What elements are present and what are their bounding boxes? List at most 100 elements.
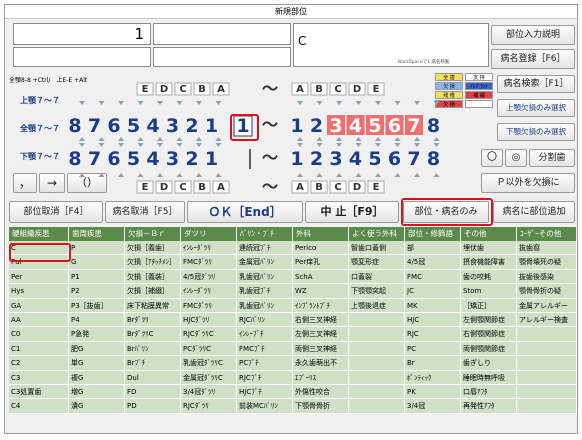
grid-cell[interactable]: Perico — [293, 241, 349, 256]
permanent-tooth[interactable]: 3 — [329, 148, 342, 170]
category-tab[interactable]: ﾕｰｻﾞｰその他 — [517, 227, 577, 241]
grid-cell[interactable]: AA — [9, 313, 69, 328]
grid-cell[interactable]: 潰G — [69, 399, 125, 414]
grid-cell[interactable]: P2 — [69, 284, 125, 299]
permanent-tooth[interactable]: 7 — [88, 148, 101, 170]
deciduous-tooth[interactable]: D — [353, 182, 361, 193]
grid-cell[interactable]: 金属アレルギー — [517, 298, 577, 313]
grid-cell[interactable]: C4 — [9, 399, 69, 414]
grid-cell[interactable]: 左側顎関節症 — [461, 313, 517, 328]
grid-cell[interactable]: ［矯正］ — [461, 298, 517, 313]
permanent-tooth[interactable]: 7 — [88, 115, 101, 137]
split-tooth-button[interactable]: 分割歯 — [529, 149, 575, 167]
grid-cell[interactable]: WZ — [293, 284, 349, 299]
except-p-missing-button[interactable]: Ｐ以外を欠損に — [481, 173, 575, 193]
grid-cell[interactable]: 両側顎関節症 — [461, 341, 517, 357]
deciduous-tooth[interactable]: C — [179, 84, 186, 95]
circle-button[interactable]: 〇 — [481, 149, 503, 167]
permanent-tooth[interactable]: 3 — [329, 115, 342, 137]
grid-cell[interactable]: 歯ぎしり — [461, 356, 517, 371]
grid-cell[interactable]: FMC — [405, 269, 461, 285]
grid-cell[interactable]: 3/4冠 — [405, 399, 461, 414]
grid-cell[interactable]: RJCﾀﾞﾂﾘC — [181, 327, 237, 342]
grid-cell[interactable]: 床下粘膜異常 — [125, 298, 181, 313]
grid-cell[interactable]: GA — [9, 298, 69, 313]
grid-cell[interactable]: 再発性ｱﾌﾀ — [461, 399, 517, 414]
grid-cell[interactable]: 歯の咬耗 — [461, 269, 517, 285]
grid-cell[interactable]: 摂食機能障害 — [461, 255, 517, 270]
grid-cell[interactable] — [517, 370, 577, 385]
grid-cell[interactable] — [517, 327, 577, 342]
deciduous-tooth[interactable]: A — [217, 84, 225, 95]
search-disease-button[interactable]: 病名検索［F1］ — [497, 75, 575, 93]
permanent-tooth[interactable]: 4 — [146, 115, 159, 137]
cancel-part-button[interactable]: 部位取消［F4］ — [9, 201, 103, 223]
grid-cell[interactable]: 欠損［義装］ — [125, 269, 181, 285]
grid-cell[interactable]: P — [69, 241, 125, 256]
grid-cell[interactable]: 両側三叉神経 — [293, 341, 349, 357]
deciduous-tooth[interactable]: C — [334, 84, 341, 95]
grid-cell[interactable]: PC — [405, 341, 461, 357]
arrow-button[interactable]: → — [39, 173, 65, 193]
upper-jaw-button[interactable]: 上顎７～７ — [13, 93, 67, 111]
grid-cell[interactable] — [349, 399, 405, 414]
grid-cell[interactable]: HJCﾌﾞﾁ — [237, 385, 293, 400]
selected-tooth[interactable]: 1 — [236, 115, 249, 137]
count-field[interactable]: 1 — [13, 23, 151, 45]
grid-cell[interactable]: 欠損［補綴］ — [125, 284, 181, 299]
full-jaw-button[interactable]: 全顎７～７ — [13, 121, 67, 139]
grid-cell[interactable]: RJCﾌﾞﾁ — [237, 370, 293, 385]
grid-cell[interactable]: 部 — [405, 241, 461, 256]
permanent-tooth[interactable]: 3 — [166, 115, 179, 137]
abort-button[interactable]: 中 止［F9］ — [305, 201, 399, 223]
part-disease-only-button[interactable]: 部位・病名のみ — [403, 201, 489, 223]
grid-cell[interactable]: FMCﾀﾞﾂﾘ — [181, 298, 237, 313]
grid-cell[interactable]: ｲﾝﾚｰﾀﾞﾂﾘ — [181, 284, 237, 299]
grid-cell[interactable]: 下顎顎突起 — [349, 284, 405, 299]
grid-cell[interactable]: HJCﾀﾞﾂﾘ — [181, 313, 237, 328]
select-upper-missing-button[interactable]: 上顎欠損のみ選択 — [497, 99, 575, 117]
deciduous-tooth[interactable]: B — [198, 182, 206, 193]
category-tab[interactable]: 歯周疾患 — [69, 227, 125, 241]
comma-button[interactable]: ， — [13, 173, 37, 193]
grid-cell[interactable]: RJC — [405, 327, 461, 342]
category-tab[interactable]: 外科 — [293, 227, 349, 241]
count-field-secondary[interactable] — [13, 47, 151, 67]
grid-cell[interactable]: 顎変形症 — [349, 255, 405, 270]
grid-cell[interactable]: 永久歯萌出不 — [293, 356, 349, 371]
grid-cell[interactable]: Per痒孔 — [293, 255, 349, 270]
grid-cell[interactable]: Brﾊﾞﾘﾝ — [125, 341, 181, 357]
permanent-tooth[interactable]: 4 — [349, 115, 362, 137]
grid-cell[interactable]: 4/5冠 — [405, 255, 461, 270]
deciduous-tooth[interactable]: B — [315, 84, 323, 95]
grid-cell[interactable]: 智歯口蓋側 — [349, 241, 405, 256]
category-tab[interactable]: ﾊﾞﾘﾝ・ﾌﾞﾁ — [237, 227, 293, 241]
permanent-tooth[interactable]: 5 — [127, 115, 140, 137]
grid-cell[interactable] — [517, 356, 577, 371]
deciduous-tooth[interactable]: D — [160, 182, 168, 193]
permanent-tooth[interactable]: 2 — [310, 148, 323, 170]
deciduous-tooth[interactable]: E — [373, 182, 380, 193]
ok-button[interactable]: ＯＫ［End］ — [187, 201, 303, 223]
grid-cell[interactable]: BrﾀﾞﾂﾘC — [125, 327, 181, 342]
grid-cell[interactable]: MK — [405, 298, 461, 313]
grid-cell[interactable]: C0 — [9, 327, 69, 342]
grid-cell[interactable]: 4/5冠ﾀﾞﾂﾘ — [181, 269, 237, 285]
grid-cell[interactable] — [349, 385, 405, 400]
permanent-tooth[interactable]: 2 — [185, 148, 198, 170]
permanent-tooth[interactable]: 6 — [107, 148, 120, 170]
grid-cell[interactable]: C3処置歯 — [9, 385, 69, 400]
grid-cell[interactable]: PCﾌﾞﾁ — [237, 356, 293, 371]
category-tab[interactable]: よく使う外科 — [349, 227, 405, 241]
grid-cell[interactable]: 乳歯冠ﾌﾞﾁ — [237, 284, 293, 299]
permanent-tooth[interactable]: 8 — [427, 115, 440, 137]
grid-cell[interactable]: 前装MCﾊﾞﾘﾝ — [237, 399, 293, 414]
grid-cell[interactable] — [349, 356, 405, 371]
category-tab[interactable]: 欠損－Ｂｒ — [125, 227, 181, 241]
grid-cell[interactable]: ｲﾝﾌﾟﾗﾝﾄﾌﾞﾁ — [293, 298, 349, 313]
grid-cell[interactable]: FMCﾌﾞﾁ — [237, 341, 293, 357]
grid-cell[interactable]: Dul — [125, 370, 181, 385]
grid-cell[interactable]: 上顎後退症 — [349, 298, 405, 313]
grid-cell[interactable]: 欠損［義歯］ — [125, 241, 181, 256]
grid-cell[interactable] — [349, 370, 405, 385]
